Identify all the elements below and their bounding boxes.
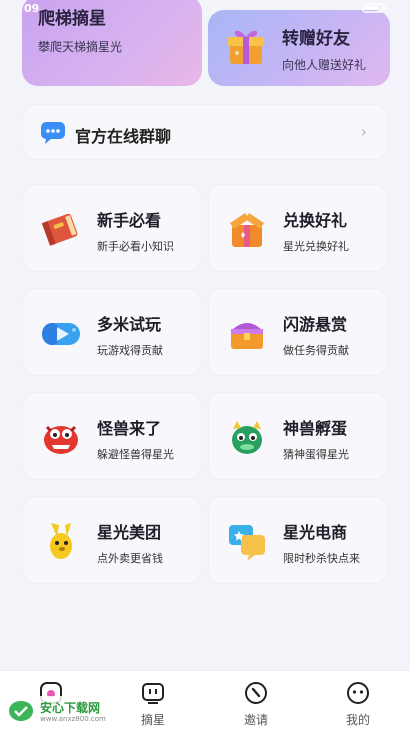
feature-card-ecommerce[interactable]: 星光电商 限时秒杀快点来 xyxy=(208,496,388,584)
feature-card-trial-play[interactable]: 多米试玩 玩游戏得贡献 xyxy=(22,288,202,376)
feature-card-meituan[interactable]: 星光美团 点外卖更省钱 xyxy=(22,496,202,584)
watermark: 安心下载网 www.anxz800.com xyxy=(4,696,108,726)
nav-label: 我的 xyxy=(345,713,370,727)
gift-friend-card[interactable]: 转赠好友 向他人赠送好礼 xyxy=(208,10,390,86)
feature-card-bounty[interactable]: 闪游悬赏 做任务得贡献 xyxy=(208,288,388,376)
climb-ladder-subtitle: 攀爬天梯摘星光 xyxy=(38,40,123,54)
treasure-chest-icon xyxy=(231,323,263,349)
climb-ladder-card[interactable]: 爬梯摘星 攀爬天梯摘星光 xyxy=(22,0,202,86)
battery-icon xyxy=(362,3,386,13)
tv-icon xyxy=(142,683,164,704)
status-time: 09 xyxy=(24,2,40,15)
nav-zhaixing[interactable]: 摘星 xyxy=(102,671,204,730)
feature-title: 闪游悬赏 xyxy=(283,315,348,334)
chat-icon xyxy=(41,122,65,144)
dragon-icon xyxy=(232,421,262,454)
feature-card-newbie[interactable]: 新手必看 新手必看小知识 xyxy=(22,184,202,272)
feature-subtitle: 新手必看小知识 xyxy=(97,240,174,253)
feature-title: 兑换好礼 xyxy=(283,211,348,230)
nav-label: 摘星 xyxy=(140,713,165,727)
feature-card-dragon-egg[interactable]: 神兽孵蛋 猜神蛋得星光 xyxy=(208,392,388,480)
feature-title: 神兽孵蛋 xyxy=(283,419,348,438)
gamepad-icon xyxy=(42,323,80,345)
nav-mine[interactable]: 我的 xyxy=(307,671,409,730)
feature-title: 星光美团 xyxy=(97,523,162,542)
gift-friend-title: 转赠好友 xyxy=(282,29,350,49)
official-group-chat-row[interactable]: 官方在线群聊 › xyxy=(22,104,388,160)
feature-subtitle: 做任务得贡献 xyxy=(283,344,349,357)
nav-invite[interactable]: 邀请 xyxy=(205,671,307,730)
feature-subtitle: 点外卖更省钱 xyxy=(97,552,163,565)
compass-icon xyxy=(245,682,267,704)
face-icon xyxy=(347,682,369,704)
red-monster-icon xyxy=(44,425,78,454)
feature-subtitle: 猜神蛋得星光 xyxy=(283,448,349,461)
chat-bubble-icon xyxy=(229,525,265,561)
feature-title: 星光电商 xyxy=(283,523,348,542)
gift-box-icon xyxy=(230,213,264,247)
gift-box-icon xyxy=(228,30,264,64)
book-icon xyxy=(41,213,78,246)
watermark-text: 安心下载网 xyxy=(40,701,101,715)
feature-card-monster[interactable]: 怪兽来了 躲避怪兽得星光 xyxy=(22,392,202,480)
climb-ladder-title: 爬梯摘星 xyxy=(38,9,106,29)
chevron-right-icon: › xyxy=(360,122,367,141)
gift-friend-subtitle: 向他人赠送好礼 xyxy=(282,58,367,72)
feature-title: 新手必看 xyxy=(97,211,162,230)
feature-subtitle: 星光兑换好礼 xyxy=(283,240,349,253)
feature-subtitle: 躲避怪兽得星光 xyxy=(97,448,174,461)
shield-logo-icon xyxy=(9,701,33,721)
kangaroo-icon xyxy=(50,523,72,559)
feature-title: 怪兽来了 xyxy=(97,419,162,438)
watermark-url: www.anxz800.com xyxy=(40,715,106,723)
feature-title: 多米试玩 xyxy=(97,315,162,334)
nav-label: 邀请 xyxy=(243,713,268,727)
feature-card-redeem[interactable]: 兑换好礼 星光兑换好礼 xyxy=(208,184,388,272)
feature-subtitle: 玩游戏得贡献 xyxy=(97,344,163,357)
group-chat-label: 官方在线群聊 xyxy=(75,127,172,146)
feature-subtitle: 限时秒杀快点来 xyxy=(283,552,360,565)
